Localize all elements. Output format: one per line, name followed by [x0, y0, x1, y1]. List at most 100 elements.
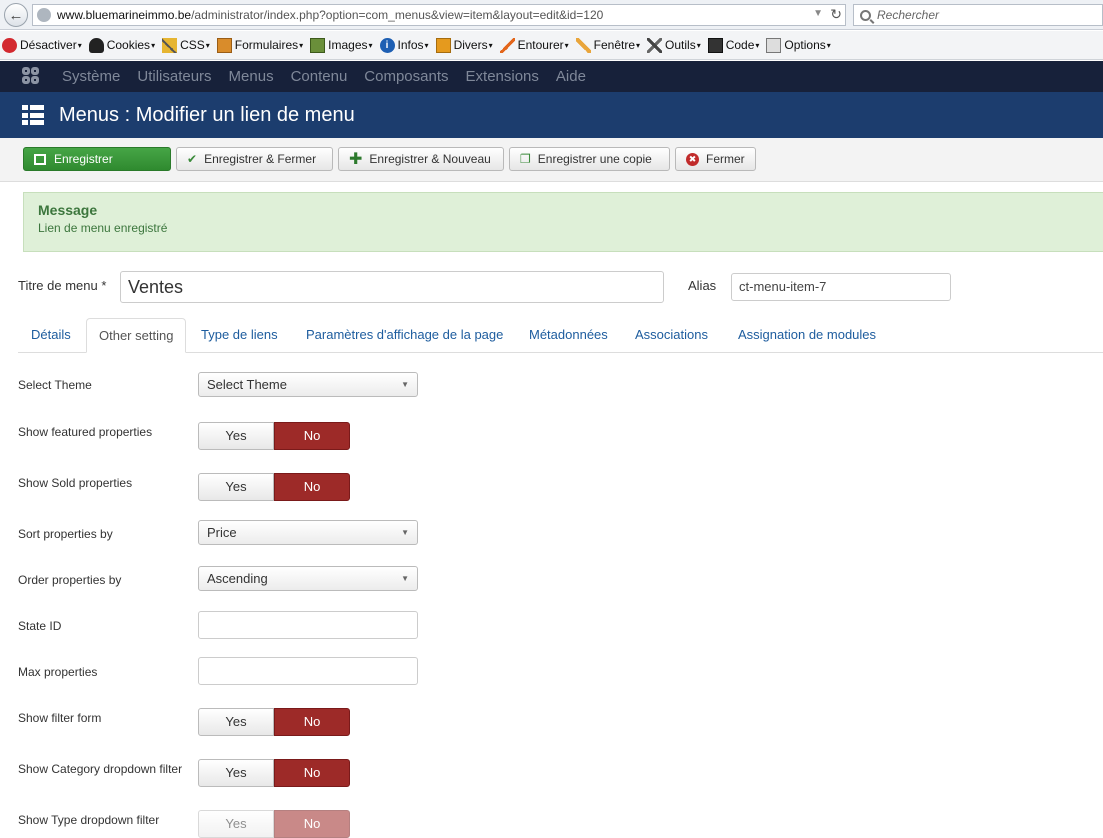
dev-menu-code[interactable]: Code ▾ [707, 37, 759, 53]
tab-associations[interactable]: Associations [635, 318, 708, 353]
category-filter-label: Show Category dropdown filter [18, 762, 183, 776]
message-title: Message [38, 202, 98, 218]
page-header: Menus : Modifier un lien de menu [0, 92, 1103, 138]
title-input[interactable]: Ventes [120, 271, 664, 303]
options-icon [766, 37, 782, 53]
alias-label: Alias [688, 278, 717, 293]
filter-form-yes-button[interactable]: Yes [198, 708, 274, 736]
save-new-button[interactable]: ✚ Enregistrer & Nouveau [338, 147, 504, 171]
featured-no-button[interactable]: No [274, 422, 350, 450]
dev-menu-formulaires[interactable]: Formulaires ▾ [216, 37, 303, 53]
browser-search-box[interactable]: Rechercher [853, 4, 1103, 26]
select-theme-label: Select Theme [18, 378, 92, 392]
dev-menu-divers[interactable]: Divers ▾ [435, 37, 493, 53]
address-bar[interactable]: www.bluemarineimmo.be/administrator/inde… [32, 4, 846, 26]
sort-value: Price [207, 525, 237, 540]
dev-menu-label: Images [328, 38, 368, 52]
category-filter-yes-button[interactable]: Yes [198, 759, 274, 787]
joomla-logo-icon[interactable] [22, 66, 42, 87]
state-id-label: State ID [18, 619, 62, 633]
check-icon: ✔ [187, 152, 198, 166]
sort-dropdown[interactable]: Price ▼ [198, 520, 418, 545]
close-label: Fermer [706, 152, 745, 166]
save-label: Enregistrer [54, 152, 113, 166]
select-theme-dropdown[interactable]: Select Theme ▼ [198, 372, 418, 397]
chevron-down-icon: ▼ [401, 574, 409, 583]
url-history-dropdown-icon[interactable]: ▼ [813, 8, 823, 19]
tab-details[interactable]: Détails [31, 318, 71, 353]
nav-menus[interactable]: Menus [229, 68, 274, 85]
back-arrow-icon[interactable]: ← [4, 3, 28, 27]
order-label: Order properties by [18, 573, 122, 587]
order-value: Ascending [207, 571, 268, 586]
tab-metadonnees[interactable]: Métadonnées [529, 318, 608, 353]
dev-menu-label: CSS [180, 38, 205, 52]
save-close-label: Enregistrer & Fermer [204, 152, 317, 166]
action-toolbar: Enregistrer ✔ Enregistrer & Fermer ✚ Enreg… [0, 138, 1103, 182]
dev-menu-options[interactable]: Options ▾ [766, 37, 831, 53]
sort-label: Sort properties by [18, 527, 113, 541]
image-icon [310, 37, 326, 53]
sold-yes-button[interactable]: Yes [198, 473, 274, 501]
nav-contenu[interactable]: Contenu [291, 68, 348, 85]
type-filter-label: Show Type dropdown filter [18, 813, 160, 827]
save-copy-button[interactable]: ❐ Enregistrer une copie [509, 147, 670, 171]
filter-form-no-button[interactable]: No [274, 708, 350, 736]
dev-menu-entourer[interactable]: Entourer ▾ [499, 37, 569, 53]
dev-menu-label: Désactiver [20, 38, 77, 52]
tab-type-de-liens[interactable]: Type de liens [201, 318, 278, 353]
tab-assignation-modules[interactable]: Assignation de modules [738, 318, 876, 353]
save-button[interactable]: Enregistrer [23, 147, 171, 171]
close-button[interactable]: ✖ Fermer [675, 147, 756, 171]
reload-icon[interactable]: ↻ [830, 6, 842, 23]
dev-menu-label: Code [725, 38, 755, 52]
dev-menu-outils[interactable]: Outils ▾ [647, 37, 701, 53]
featured-toggle: Yes No [198, 422, 350, 450]
state-id-input[interactable] [198, 611, 418, 639]
dev-menu-label: Formulaires [234, 38, 299, 52]
tab-other-setting[interactable]: Other setting [86, 318, 187, 353]
category-filter-no-button[interactable]: No [274, 759, 350, 787]
sold-toggle: Yes No [198, 473, 350, 501]
save-copy-label: Enregistrer une copie [537, 152, 652, 166]
dev-menu-fenetre[interactable]: Fenêtre ▾ [575, 37, 640, 53]
copy-icon: ❐ [520, 152, 531, 166]
web-developer-toolbar: Désactiver ▾ Cookies ▾ CSS ▾ Formulaires ▾ I… [0, 31, 1103, 60]
dev-menu-desactiver[interactable]: Désactiver ▾ [2, 37, 82, 53]
featured-label: Show featured properties [18, 425, 153, 439]
nav-aide[interactable]: Aide [556, 68, 586, 85]
dev-menu-cookies[interactable]: Cookies ▾ [88, 37, 155, 53]
cookie-icon [88, 37, 104, 53]
alias-input[interactable]: ct-menu-item-7 [731, 273, 951, 301]
order-dropdown[interactable]: Ascending ▼ [198, 566, 418, 591]
max-properties-input[interactable] [198, 657, 418, 685]
outline-icon [499, 37, 515, 53]
sold-no-button[interactable]: No [274, 473, 350, 501]
dev-menu-infos[interactable]: i Infos ▾ [379, 37, 429, 53]
page-title: Menus : Modifier un lien de menu [59, 103, 355, 126]
nav-utilisateurs[interactable]: Utilisateurs [137, 68, 211, 85]
form-icon [216, 37, 232, 53]
save-close-button[interactable]: ✔ Enregistrer & Fermer [176, 147, 333, 171]
globe-icon [37, 8, 51, 22]
close-icon: ✖ [686, 152, 699, 166]
dev-menu-label: Infos [397, 38, 424, 52]
title-label: Titre de menu * [18, 278, 107, 293]
chevron-down-icon: ▼ [401, 528, 409, 537]
dev-menu-css[interactable]: CSS ▾ [162, 37, 210, 53]
search-icon [860, 9, 871, 21]
tab-parametres-affichage[interactable]: Paramètres d'affichage de la page [306, 318, 503, 353]
featured-yes-button[interactable]: Yes [198, 422, 274, 450]
code-icon [707, 37, 723, 53]
search-placeholder: Rechercher [877, 8, 940, 22]
filter-form-toggle: Yes No [198, 708, 350, 736]
nav-composants[interactable]: Composants [364, 68, 448, 85]
dev-menu-label: Outils [665, 38, 696, 52]
nav-systeme[interactable]: Système [62, 68, 120, 85]
max-properties-label: Max properties [18, 665, 98, 679]
dev-menu-images[interactable]: Images ▾ [310, 37, 373, 53]
message-text: Lien de menu enregistré [38, 221, 168, 235]
sold-label: Show Sold properties [18, 476, 133, 490]
nav-extensions[interactable]: Extensions [466, 68, 539, 85]
dev-menu-label: Cookies [106, 38, 151, 52]
